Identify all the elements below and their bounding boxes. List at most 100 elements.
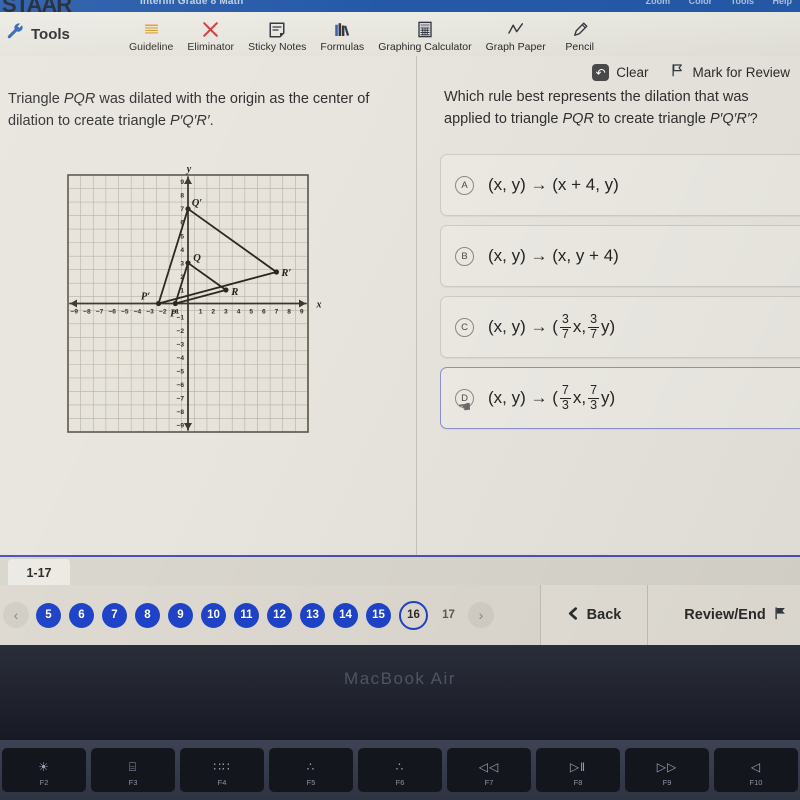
tools-button[interactable]: Tools: [0, 12, 118, 56]
question-line2-b: to create triangle: [593, 111, 710, 128]
key-f5[interactable]: ∴ F5: [269, 748, 353, 792]
page-number-12[interactable]: 12: [267, 602, 292, 628]
tool-pencil[interactable]: Pencil: [553, 17, 607, 56]
key-glyph: ◁: [750, 759, 762, 774]
choice-bubble-c[interactable]: C: [455, 317, 474, 337]
key-f10[interactable]: ◁ F10: [714, 748, 798, 792]
x-tick-label: −8: [83, 309, 91, 316]
key-f4[interactable]: ∷∷ F4: [180, 748, 264, 792]
page-number-8[interactable]: 8: [135, 602, 160, 628]
page-number-list: ‹ 5 6 7 8 9 10 11 12 13 14 15 16 17 ›: [0, 585, 540, 645]
app-menu[interactable]: Zoom Color Tools Help: [630, 0, 792, 6]
back-button[interactable]: Back: [540, 585, 647, 645]
page-number-16[interactable]: 16: [399, 600, 428, 630]
y-tick-label: −6: [176, 382, 184, 389]
page-number-11[interactable]: 11: [234, 602, 259, 628]
page-number-6[interactable]: 6: [69, 602, 94, 628]
question-line2-c: ?: [749, 111, 758, 128]
stem-line2-b: .: [209, 113, 214, 130]
key-fn-label: F4: [217, 778, 227, 787]
page-number-5[interactable]: 5: [36, 602, 61, 628]
clear-button[interactable]: ↶ Clear: [592, 64, 648, 81]
menu-item-color[interactable]: Color: [689, 0, 713, 6]
question-content: ↶ Clear Mark for Review Triangle PQR was…: [0, 56, 800, 555]
page-number-17[interactable]: 17: [436, 603, 461, 628]
chevron-left-icon: [567, 604, 580, 627]
mark-for-review-button[interactable]: Mark for Review: [670, 62, 790, 83]
choice-text-a: (x, y) → (x + 4, y): [488, 175, 619, 194]
key-f2[interactable]: ☀ F2: [2, 748, 86, 792]
key-glyph: ◁◁: [478, 759, 500, 774]
tool-sticky-notes-label: Sticky Notes: [248, 41, 307, 53]
tool-formulas-label: Formulas: [320, 41, 365, 53]
x-tick-label: −4: [134, 309, 142, 316]
content-divider: [416, 56, 417, 556]
menu-item-zoom[interactable]: Zoom: [646, 0, 671, 6]
key-f9[interactable]: ▷▷ F9: [625, 748, 709, 792]
page-number-10[interactable]: 10: [201, 602, 226, 628]
next-page-arrow[interactable]: ›: [468, 602, 494, 628]
key-f3[interactable]: ⌸ F3: [91, 748, 175, 792]
key-f8[interactable]: ▷‖ F8: [536, 748, 620, 792]
tool-graphing-calculator[interactable]: Graphing Calculator: [371, 17, 478, 56]
vertex-point: [155, 300, 162, 307]
menu-item-tools[interactable]: Tools: [731, 0, 754, 6]
y-tick-label: 3: [180, 260, 184, 267]
sticky-notes-icon: [268, 19, 286, 40]
vertex-label: Q: [193, 253, 201, 264]
answer-choice-d[interactable]: D (x, y) → (7 3 x, 7 3 y) ☚: [440, 367, 800, 429]
macbook-air-label: MacBook Air: [344, 669, 456, 688]
key-fn-label: F8: [573, 778, 583, 787]
tool-pencil-label: Pencil: [565, 41, 594, 53]
page-number-9[interactable]: 9: [168, 602, 193, 628]
stem-line1-a: Triangle: [8, 91, 64, 107]
key-fn-label: F7: [484, 778, 494, 787]
menu-item-help[interactable]: Help: [772, 0, 792, 6]
tool-sticky-notes[interactable]: Sticky Notes: [241, 17, 313, 56]
answer-choice-a[interactable]: A (x, y) → (x + 4, y): [440, 154, 800, 216]
y-tick-label: 8: [180, 193, 184, 200]
x-axis-label: x: [316, 300, 322, 311]
tool-graph-paper[interactable]: Graph Paper: [479, 17, 553, 56]
key-f7[interactable]: ◁◁ F7: [447, 748, 531, 792]
key-fn-label: F5: [306, 778, 316, 787]
choice-mid: x,: [572, 317, 587, 336]
stem-line1-b: was dilated with the origin as the cente…: [95, 91, 354, 107]
answer-choice-b[interactable]: B (x, y) → (x, y + 4): [440, 225, 800, 287]
clear-button-label: Clear: [616, 65, 649, 80]
choice-text-c: (x, y) → (3 7 x, 3 7 y): [488, 313, 615, 340]
x-tick-label: −3: [146, 309, 154, 316]
review-end-label: Review/End: [684, 607, 766, 623]
fraction: 73: [588, 383, 600, 412]
tab-range-1-17[interactable]: 1-17: [8, 559, 70, 587]
page-number-7[interactable]: 7: [102, 602, 127, 628]
choice-bubble-b[interactable]: B: [455, 246, 474, 266]
key-fn-label: F3: [128, 778, 138, 787]
page-number-15[interactable]: 15: [366, 602, 391, 628]
choice-prefix: (x, y) → (: [488, 317, 558, 336]
guideline-icon: [142, 19, 161, 40]
question-line2-italic1: PQR: [562, 111, 594, 128]
choice-suffix: y): [601, 317, 616, 336]
y-tick-label: −7: [176, 396, 184, 403]
choice-prefix: (x, y) → (: [488, 388, 558, 407]
tool-eliminator[interactable]: Eliminator: [180, 17, 241, 56]
key-f6[interactable]: ∴ F6: [358, 748, 442, 792]
flag-outline-icon: [670, 62, 685, 83]
coordinate-plane-svg: −9 −8 −7 −6 −5 −4 −3 −2 −1 1 2 3 4 5 6 7 8 9−9−8−7−6−5−4−…: [67, 164, 322, 433]
tool-formulas[interactable]: Formulas: [313, 17, 371, 56]
tool-items: Guideline Eliminator Sticky Notes Formul…: [122, 12, 607, 56]
choice-bubble-a[interactable]: A: [455, 175, 474, 195]
page-number-14[interactable]: 14: [333, 602, 358, 628]
x-tick-label: 6: [262, 309, 266, 316]
tools-toolbar: Tools Guideline Eliminator Sticky Notes …: [0, 12, 800, 57]
answer-choice-c[interactable]: C (x, y) → (3 7 x, 3 7 y): [440, 296, 800, 358]
undo-icon: ↶: [592, 64, 610, 81]
page-number-13[interactable]: 13: [300, 602, 325, 628]
choice-text-d: (x, y) → (7 3 x, 7 3 y): [488, 384, 615, 411]
vertex-label: P: [170, 309, 177, 320]
review-end-button[interactable]: Review/End: [647, 585, 800, 645]
key-glyph: ▷‖: [569, 759, 587, 774]
prev-page-arrow[interactable]: ‹: [3, 602, 29, 628]
tool-guideline[interactable]: Guideline: [122, 17, 180, 56]
